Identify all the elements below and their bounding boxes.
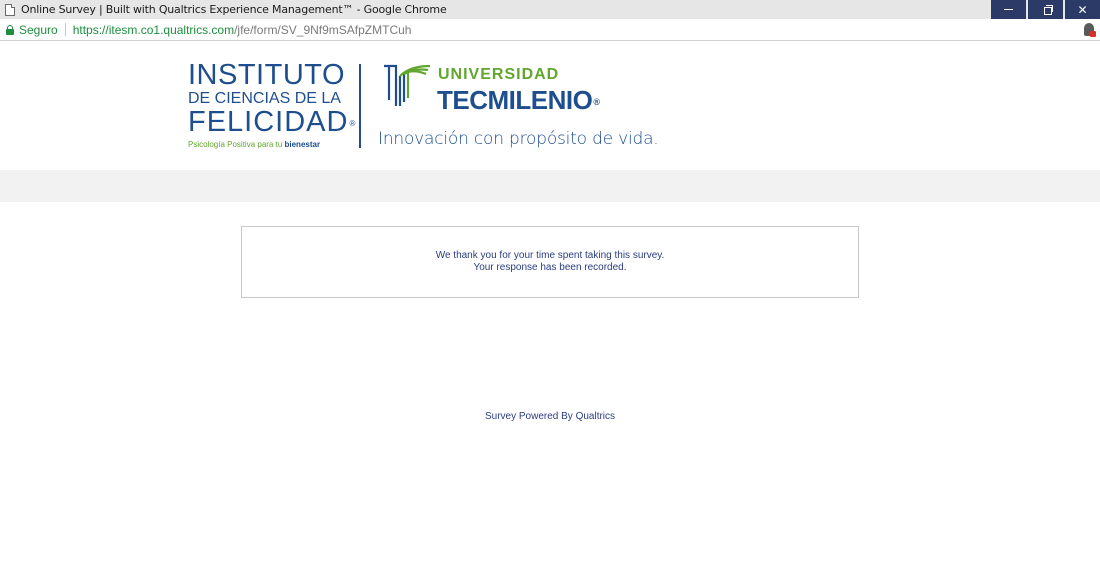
url-field[interactable]: https://itesm.co1.qualtrics.com/jfe/form… [73, 23, 412, 37]
survey-header-logo: INSTITUTO DE CIENCIAS DE LA FELICIDAD® P… [0, 41, 1100, 170]
tecmilenio-text: TECMILENIO [437, 85, 593, 115]
window-title: Online Survey | Built with Qualtrics Exp… [21, 3, 447, 16]
window-controls: ✕ [989, 0, 1100, 19]
lock-icon[interactable] [6, 25, 14, 35]
icf-tagline: Psicología Positiva para tu bienestar [188, 140, 356, 149]
address-separator [64, 23, 66, 36]
powered-by-link[interactable]: Survey Powered By Qualtrics [0, 411, 1100, 422]
extension-icon[interactable] [1084, 23, 1096, 37]
url-path: /jfe/form/SV_9Nf9mSAfpZMTCuh [234, 22, 412, 37]
icf-registered-mark: ® [349, 118, 357, 128]
icf-line1: INSTITUTO [188, 59, 346, 91]
address-bar[interactable]: Seguro https://itesm.co1.qualtrics.com/j… [0, 19, 1100, 41]
progress-band [0, 170, 1100, 202]
window-title-bar: Online Survey | Built with Qualtrics Exp… [0, 0, 1100, 19]
tecmilenio-mark-icon [384, 64, 431, 106]
close-button[interactable]: ✕ [1065, 0, 1100, 19]
secure-label[interactable]: Seguro [19, 23, 58, 37]
icf-tagline-text: Psicología Positiva para tu [188, 139, 285, 149]
logo-divider [359, 64, 361, 148]
icf-line3: FELICIDAD® [188, 108, 356, 138]
icf-line3-text: FELICIDAD [188, 106, 349, 138]
end-of-survey-message: We thank you for your time spent taking … [241, 226, 859, 298]
tecmilenio-label: TECMILENIO® [437, 85, 600, 116]
restore-button[interactable] [1028, 0, 1063, 19]
icf-logo: INSTITUTO DE CIENCIAS DE LA FELICIDAD® P… [188, 61, 356, 149]
slogan: Innovación con propósito de vida. [378, 129, 659, 149]
page-icon [5, 3, 15, 16]
response-recorded-line: Your response has been recorded. [473, 262, 627, 273]
url-host: https://itesm.co1.qualtrics.com [72, 22, 235, 37]
thank-you-line: We thank you for your time spent taking … [435, 250, 665, 261]
icf-tagline-bold: bienestar [284, 139, 321, 149]
tecmilenio-registered-mark: ® [593, 97, 600, 108]
minimize-button[interactable] [991, 0, 1026, 19]
universidad-label: UNIVERSIDAD [438, 66, 560, 83]
